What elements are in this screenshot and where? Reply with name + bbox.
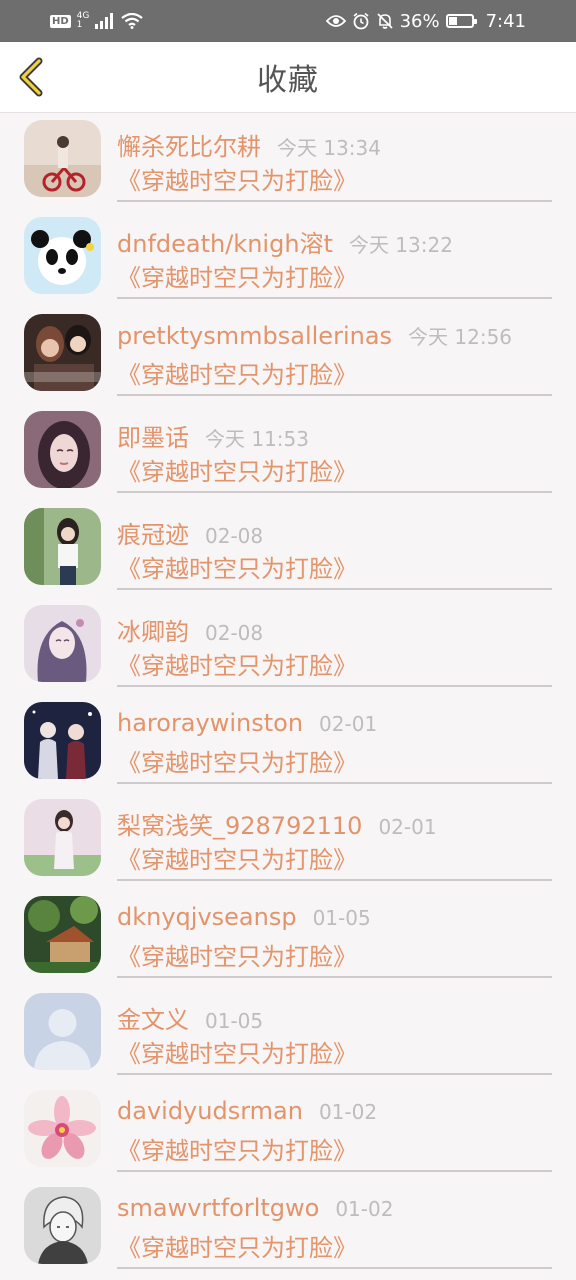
alarm-icon xyxy=(353,12,369,30)
avatar xyxy=(24,799,101,876)
list-item[interactable]: 冰卿韵 02-08 《穿越时空只为打脸》 xyxy=(0,598,576,695)
battery-percent: 36% xyxy=(399,10,440,32)
avatar xyxy=(24,1090,101,1167)
user-name: 冰卿韵 xyxy=(117,618,189,646)
book-title: 《穿越时空只为打脸》 xyxy=(117,1040,357,1068)
book-title: 《穿越时空只为打脸》 xyxy=(117,846,357,874)
list-item-info: pretktysmmbsallerinas 今天 12:56 《穿越时空只为打脸… xyxy=(117,307,552,396)
page-title: 收藏 xyxy=(257,63,319,98)
book-title: 《穿越时空只为打脸》 xyxy=(117,749,357,777)
timestamp: 01-05 xyxy=(312,906,371,930)
user-name: 梨窝浅笑_928792110 xyxy=(117,812,363,840)
timestamp: 02-01 xyxy=(378,815,437,839)
avatar xyxy=(24,508,101,585)
list-item-info: 懈杀死比尔耕 今天 13:34 《穿越时空只为打脸》 xyxy=(117,113,552,202)
default-avatar-icon xyxy=(24,993,101,1070)
timestamp: 01-02 xyxy=(335,1197,394,1221)
user-name: davidyudsrman xyxy=(117,1097,303,1125)
list-item[interactable]: 金文义 01-05 《穿越时空只为打脸》 xyxy=(0,986,576,1083)
timestamp: 今天 11:53 xyxy=(205,427,309,451)
user-name: smawvrtforltgwo xyxy=(117,1194,320,1222)
timestamp: 今天 13:34 xyxy=(277,136,381,160)
back-button[interactable] xyxy=(14,56,48,98)
clock: 7:41 xyxy=(485,10,526,32)
list-item-info: haroraywinston 02-01 《穿越时空只为打脸》 xyxy=(117,695,552,784)
list-item-info: 即墨话 今天 11:53 《穿越时空只为打脸》 xyxy=(117,404,552,493)
book-title: 《穿越时空只为打脸》 xyxy=(117,1137,357,1165)
hd-badge: HD xyxy=(50,14,71,28)
favorites-list: 懈杀死比尔耕 今天 13:34 《穿越时空只为打脸》 dnfdeath/knig… xyxy=(0,113,576,1277)
battery-icon xyxy=(445,14,477,28)
status-bar-left: HD 4G 1 xyxy=(50,12,144,30)
avatar xyxy=(24,605,101,682)
list-item-info: 冰卿韵 02-08 《穿越时空只为打脸》 xyxy=(117,598,552,687)
timestamp: 今天 13:22 xyxy=(348,233,453,257)
user-name: 即墨话 xyxy=(117,424,189,452)
network-type: 4G 1 xyxy=(77,12,90,30)
list-item-info: dknyqjvseansp 01-05 《穿越时空只为打脸》 xyxy=(117,889,552,978)
avatar xyxy=(24,217,101,294)
battery-level-fill xyxy=(448,17,457,25)
timestamp: 今天 12:56 xyxy=(408,325,513,349)
book-title: 《穿越时空只为打脸》 xyxy=(117,1234,357,1262)
timestamp: 02-01 xyxy=(319,712,378,736)
list-item[interactable]: haroraywinston 02-01 《穿越时空只为打脸》 xyxy=(0,695,576,792)
avatar xyxy=(24,314,101,391)
list-item[interactable]: dnfdeath/knigh溶t 今天 13:22 《穿越时空只为打脸》 xyxy=(0,210,576,307)
list-item[interactable]: pretktysmmbsallerinas 今天 12:56 《穿越时空只为打脸… xyxy=(0,307,576,404)
list-item[interactable]: 梨窝浅笑_928792110 02-01 《穿越时空只为打脸》 xyxy=(0,792,576,889)
user-name: haroraywinston xyxy=(117,709,304,737)
status-bar: HD 4G 1 36% 7:41 xyxy=(0,0,576,42)
book-title: 《穿越时空只为打脸》 xyxy=(117,361,357,389)
user-name: 懈杀死比尔耕 xyxy=(117,133,261,161)
app-header: 收藏 xyxy=(0,42,576,113)
list-item-info: 痕冠迹 02-08 《穿越时空只为打脸》 xyxy=(117,501,552,590)
list-item[interactable]: 痕冠迹 02-08 《穿越时空只为打脸》 xyxy=(0,501,576,598)
avatar xyxy=(24,896,101,973)
list-item-info: 梨窝浅笑_928792110 02-01 《穿越时空只为打脸》 xyxy=(117,792,552,881)
chevron-left-icon xyxy=(19,57,43,97)
eye-icon xyxy=(325,15,346,27)
user-name: 痕冠迹 xyxy=(117,521,189,549)
list-item-info: 金文义 01-05 《穿越时空只为打脸》 xyxy=(117,986,552,1075)
user-name: 金文义 xyxy=(117,1006,189,1034)
book-title: 《穿越时空只为打脸》 xyxy=(117,652,357,680)
list-item-info: dnfdeath/knigh溶t 今天 13:22 《穿越时空只为打脸》 xyxy=(117,210,552,299)
book-title: 《穿越时空只为打脸》 xyxy=(117,943,357,971)
timestamp: 01-02 xyxy=(318,1100,378,1124)
network-sim-label: 1 xyxy=(76,20,83,30)
timestamp: 02-08 xyxy=(205,524,264,548)
user-name: dnfdeath/knigh溶t xyxy=(117,230,333,258)
avatar xyxy=(24,993,101,1070)
avatar xyxy=(24,411,101,488)
list-item[interactable]: davidyudsrman 01-02 《穿越时空只为打脸》 xyxy=(0,1083,576,1180)
avatar xyxy=(24,1187,101,1264)
list-item[interactable]: smawvrtforltgwo 01-02 《穿越时空只为打脸》 xyxy=(0,1180,576,1277)
list-item[interactable]: 即墨话 今天 11:53 《穿越时空只为打脸》 xyxy=(0,404,576,501)
avatar xyxy=(24,120,101,197)
book-title: 《穿越时空只为打脸》 xyxy=(117,458,357,486)
book-title: 《穿越时空只为打脸》 xyxy=(117,167,357,195)
status-bar-right: 36% 7:41 xyxy=(325,10,526,32)
signal-icon xyxy=(95,13,114,29)
bell-off-icon xyxy=(376,13,393,29)
list-item-info: davidyudsrman 01-02 《穿越时空只为打脸》 xyxy=(117,1083,552,1172)
book-title: 《穿越时空只为打脸》 xyxy=(117,555,357,583)
list-item[interactable]: dknyqjvseansp 01-05 《穿越时空只为打脸》 xyxy=(0,889,576,986)
user-name: pretktysmmbsallerinas xyxy=(117,322,393,350)
timestamp: 01-05 xyxy=(205,1009,264,1033)
wifi-icon xyxy=(121,13,144,29)
book-title: 《穿越时空只为打脸》 xyxy=(117,264,357,292)
list-item[interactable]: 懈杀死比尔耕 今天 13:34 《穿越时空只为打脸》 xyxy=(0,113,576,210)
timestamp: 02-08 xyxy=(205,621,264,645)
user-name: dknyqjvseansp xyxy=(117,903,297,931)
avatar xyxy=(24,702,101,779)
list-item-info: smawvrtforltgwo 01-02 《穿越时空只为打脸》 xyxy=(117,1180,552,1269)
